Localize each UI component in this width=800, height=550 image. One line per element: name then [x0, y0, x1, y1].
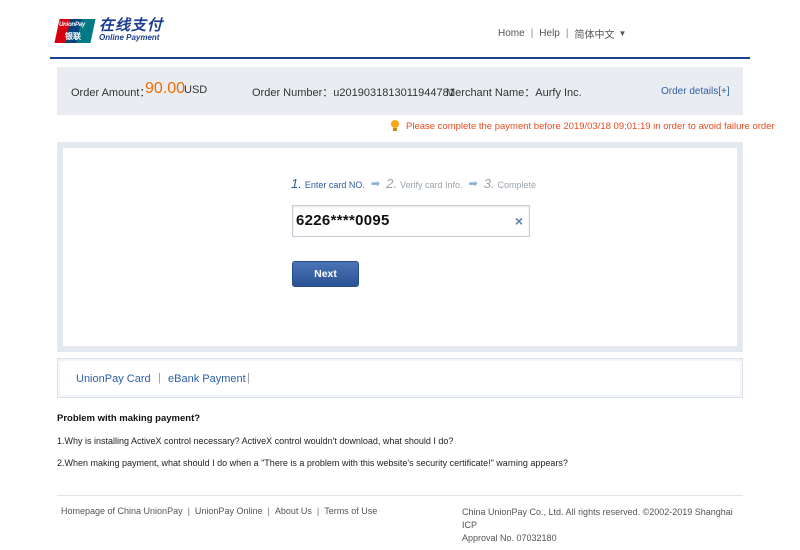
step-3: 3. Complete	[484, 176, 536, 191]
step-1: 1. Enter card NO.	[291, 176, 365, 191]
faq-item[interactable]: 2.When making payment, what should I do …	[57, 458, 747, 468]
step-label: Verify card Info.	[399, 180, 463, 190]
footer-link-about[interactable]: About Us	[275, 506, 312, 516]
order-number-value: u2019031813011944781	[333, 87, 455, 99]
order-amount-label: Order Amount：	[71, 87, 151, 99]
footer-link-homepage[interactable]: Homepage of China UnionPay	[61, 506, 183, 516]
next-button[interactable]: Next	[292, 261, 359, 287]
card-entry-panel: 1. Enter card NO. ➡ 2. Verify card Info. ➡…	[57, 142, 743, 352]
home-link[interactable]: Home	[498, 28, 525, 39]
order-currency: USD	[184, 84, 208, 96]
order-details-link[interactable]: Order details[+]	[661, 86, 730, 97]
header-divider	[50, 57, 750, 59]
merchant-name: Merchant Name：Aurfy Inc.	[446, 84, 582, 100]
merchant-name-label: Merchant Name：	[446, 87, 536, 99]
language-label: 简体中文	[574, 30, 615, 41]
step-label: Enter card NO.	[304, 180, 365, 190]
nav-separator: |	[530, 28, 534, 39]
footer-link-unionpay-online[interactable]: UnionPay Online	[195, 506, 263, 516]
footer-links: Homepage of China UnionPay | UnionPay On…	[61, 506, 377, 516]
footer-separator: |	[316, 506, 320, 516]
logo-mark-text-en: UnionPay	[59, 21, 86, 28]
chevron-down-icon: ▼	[618, 29, 627, 38]
clear-icon[interactable]: ×	[515, 213, 523, 229]
step-number: 1.	[291, 176, 302, 191]
faq-item[interactable]: 1.Why is installing ActiveX control nece…	[57, 436, 747, 446]
unionpay-mark-icon: UnionPay 银联	[54, 18, 96, 43]
order-summary: Order Amount： 90.00 USD Order Number：u20…	[57, 67, 743, 115]
copyright-line: China UnionPay Co., Ltd. All rights rese…	[462, 507, 733, 530]
footer-link-terms[interactable]: Terms of Use	[324, 506, 377, 516]
logo-text: 在线支付 Online Payment	[99, 18, 163, 43]
warning-text: Please complete the payment before 2019/…	[406, 120, 775, 132]
arrow-right-icon: ➡	[468, 178, 478, 190]
approval-number: Approval No. 07032180	[462, 533, 557, 543]
card-number-input[interactable]: 6226****0095 ×	[292, 205, 530, 237]
language-selector[interactable]: 简体中文 ▼	[574, 26, 626, 41]
help-link[interactable]: Help	[539, 28, 560, 39]
logo-name-cn: 在线支付	[99, 17, 164, 34]
tab-separator: |	[247, 372, 250, 384]
order-number: Order Number：u2019031813011944781	[252, 84, 455, 100]
copyright: China UnionPay Co., Ltd. All rights rese…	[462, 506, 742, 545]
order-number-label: Order Number：	[252, 87, 334, 99]
card-number-value: 6226****0095	[296, 212, 390, 229]
faq-section: Problem with making payment? 1.Why is in…	[57, 413, 747, 468]
nav-separator: |	[565, 28, 569, 39]
footer-separator: |	[187, 506, 190, 516]
arrow-right-icon: ➡	[370, 178, 381, 190]
header: UnionPay 银联 在线支付 Online Payment Home | H…	[0, 0, 800, 59]
step-label: Complete	[497, 180, 537, 190]
tab-unionpay-card[interactable]: UnionPay Card	[76, 373, 151, 385]
payment-method-tabs: UnionPay Card | eBank Payment |	[57, 358, 743, 398]
order-amount-value: 90.00	[145, 80, 186, 97]
footer-separator: |	[267, 506, 270, 516]
faq-title: Problem with making payment?	[57, 413, 201, 424]
tab-ebank-payment[interactable]: eBank Payment	[168, 373, 246, 385]
step-number: 3.	[483, 176, 495, 191]
progress-steps: 1. Enter card NO. ➡ 2. Verify card Info. ➡…	[291, 176, 536, 191]
unionpay-logo[interactable]: UnionPay 银联 在线支付 Online Payment	[54, 18, 163, 43]
logo-name-en: Online Payment	[99, 33, 160, 42]
logo-mark-text-cn: 银联	[65, 31, 81, 41]
footer-divider	[57, 495, 743, 496]
payment-deadline-warning: Please complete the payment before 2019/…	[390, 120, 775, 132]
tab-separator: |	[158, 372, 161, 384]
step-2: 2. Verify card Info.	[386, 176, 462, 191]
merchant-name-value: Aurfy Inc.	[535, 87, 582, 99]
step-number: 2.	[386, 176, 397, 191]
lightbulb-icon	[390, 120, 400, 132]
top-nav: Home | Help | 简体中文 ▼	[498, 26, 626, 41]
